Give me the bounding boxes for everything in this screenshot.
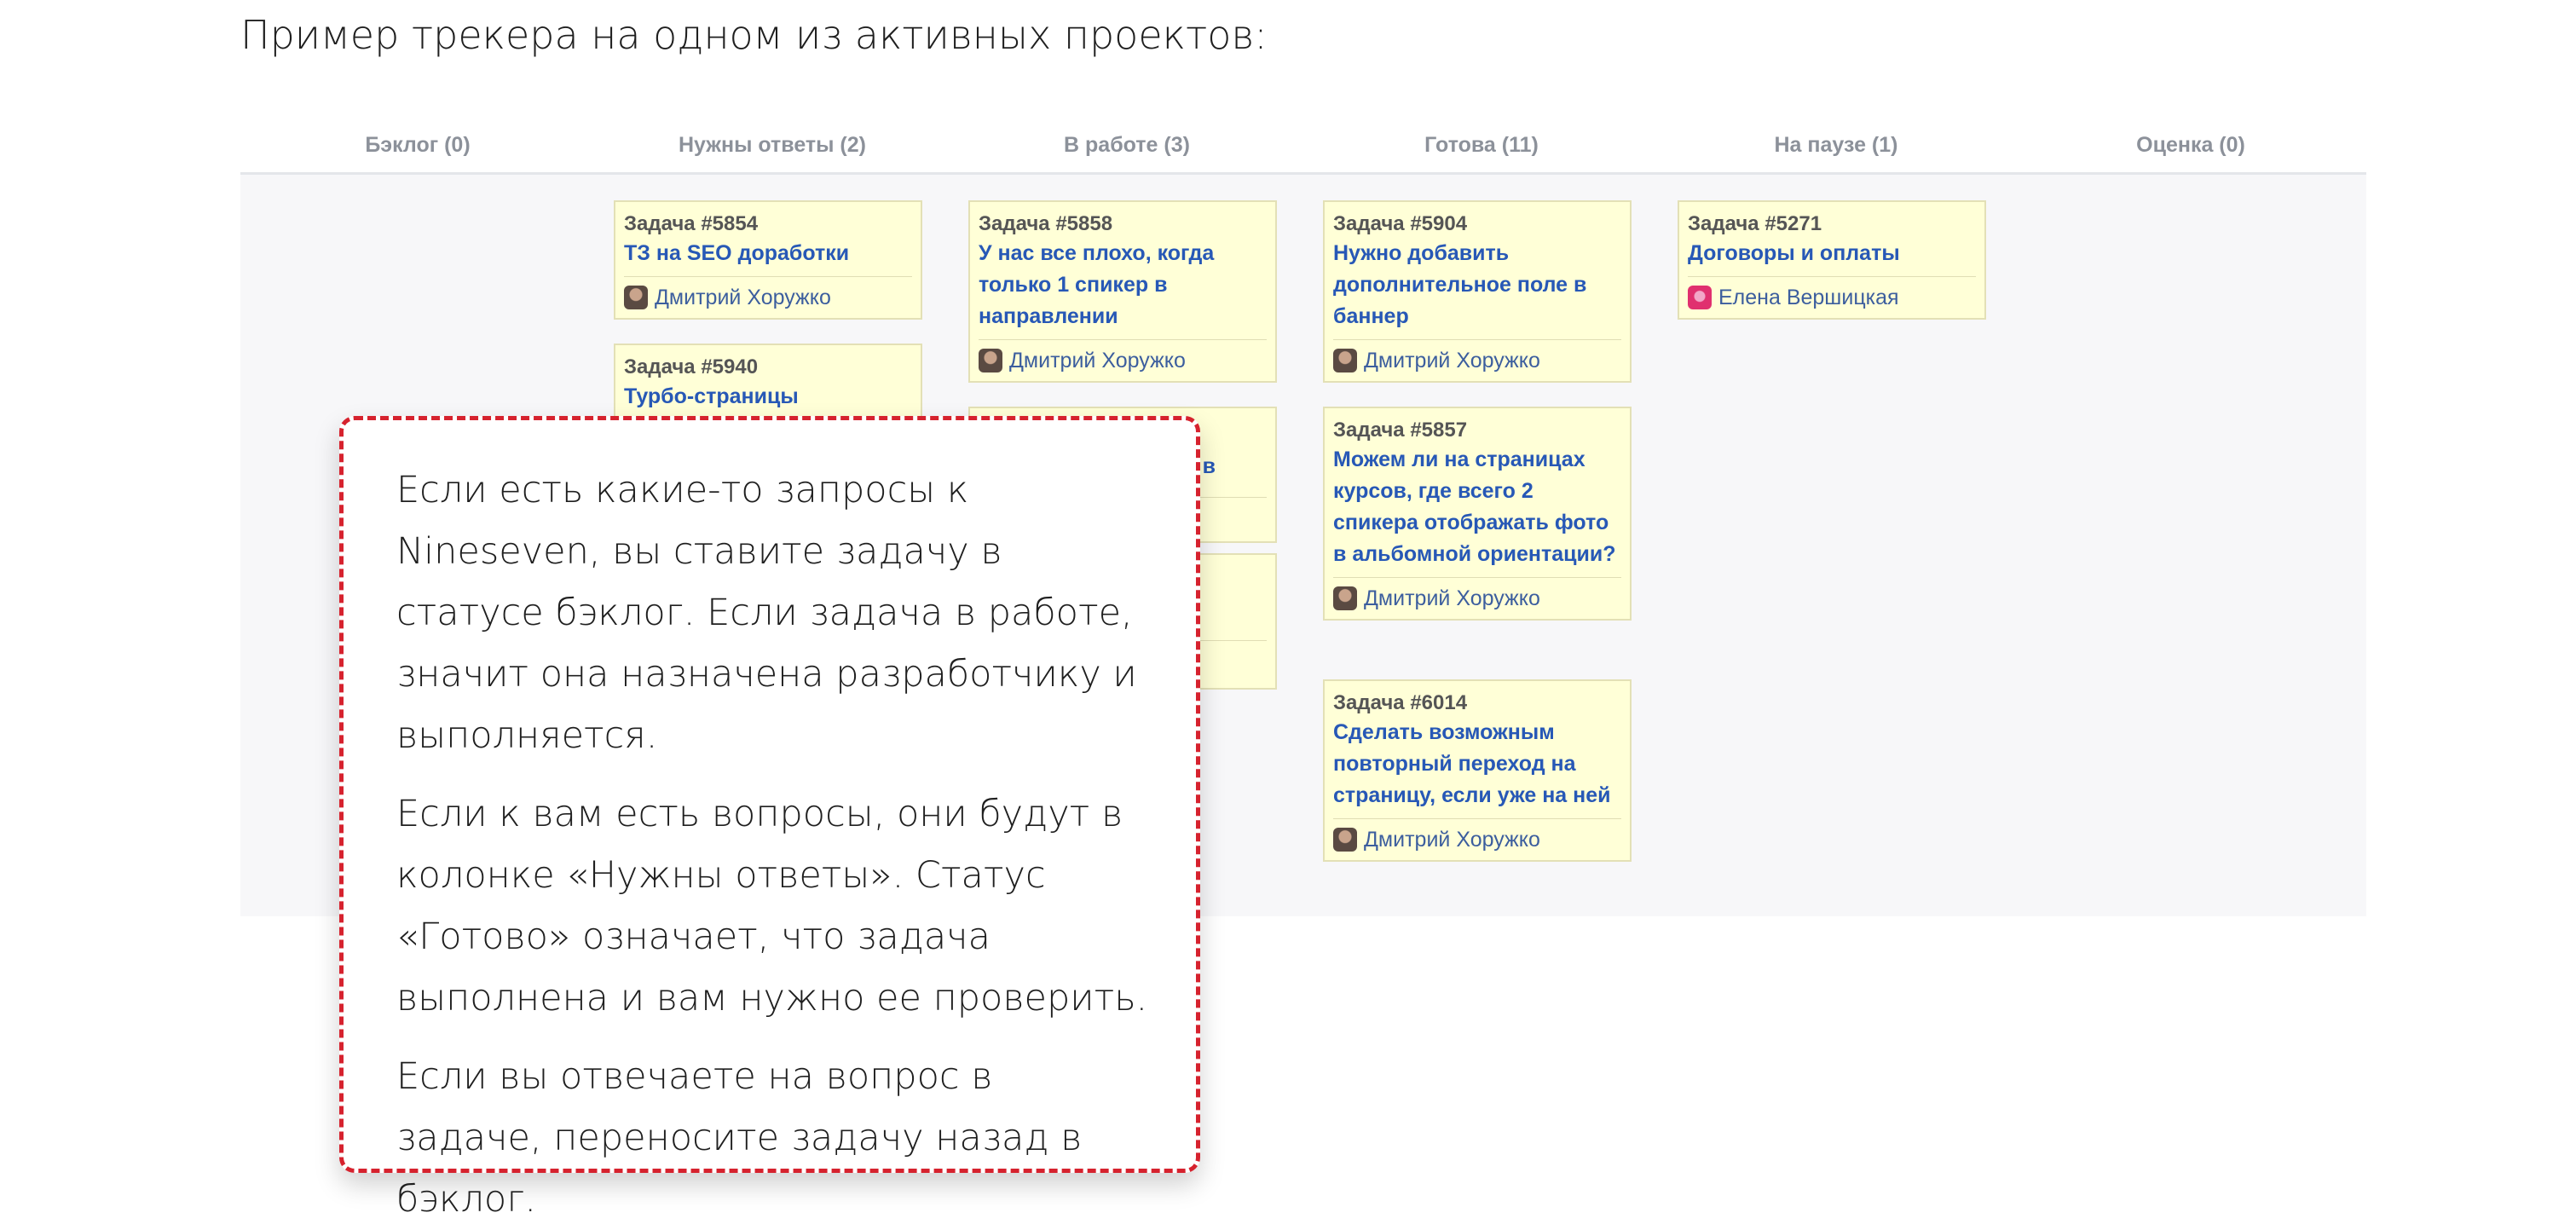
- card-divider: [624, 276, 912, 277]
- task-number: Задача #5271: [1688, 212, 1822, 235]
- avatar: [1333, 349, 1357, 372]
- column-needs-answers-header[interactable]: Нужны ответы (2): [595, 133, 950, 158]
- avatar: [1333, 828, 1357, 852]
- task-assignee[interactable]: Дмитрий Хоружко: [1333, 583, 1621, 614]
- task-title-link[interactable]: Можем ли на страницах курсов, где всего …: [1333, 444, 1621, 570]
- task-number: Задача #5904: [1333, 212, 1468, 235]
- task-title-link[interactable]: Турбо-страницы: [624, 381, 912, 413]
- task-assignee[interactable]: Дмитрий Хоружко: [1333, 824, 1621, 855]
- avatar: [624, 286, 648, 309]
- task-number: Задача #5858: [979, 212, 1113, 235]
- avatar: [1333, 586, 1357, 610]
- assignee-name: Дмитрий Хоружко: [1364, 828, 1540, 852]
- avatar: [1688, 286, 1712, 309]
- callout-paragraph: Если к вам есть вопросы, они будут в кол…: [396, 793, 1148, 1019]
- column-estimate-header[interactable]: Оценка (0): [2013, 133, 2368, 158]
- assignee-name: Дмитрий Хоружко: [1009, 349, 1186, 372]
- card-divider: [1333, 577, 1621, 578]
- info-callout: Если есть какие-то запросы к Nineseven, …: [339, 416, 1200, 1221]
- task-assignee[interactable]: Елена Вершицкая: [1688, 282, 1976, 313]
- task-assignee[interactable]: Дмитрий Хоружко: [624, 282, 912, 313]
- card-divider: [1333, 339, 1621, 340]
- task-card[interactable]: Задача #6014 Сделать возможным повторный…: [1323, 679, 1632, 862]
- task-number: Задача #6014: [1333, 691, 1468, 714]
- task-title-link[interactable]: Нужно добавить дополнительное поле в бан…: [1333, 238, 1621, 332]
- assignee-name: Дмитрий Хоружко: [1364, 586, 1540, 610]
- task-card[interactable]: Задача #5858 У нас все плохо, когда толь…: [968, 200, 1277, 383]
- task-title-link[interactable]: ТЗ на SEO доработки: [624, 238, 912, 269]
- assignee-name: Дмитрий Хоружко: [655, 286, 831, 309]
- task-card[interactable]: Задача #5857 Можем ли на страницах курсо…: [1323, 407, 1632, 621]
- assignee-name: Елена Вершицкая: [1718, 286, 1899, 309]
- board-header: Бэклог (0) Нужны ответы (2) В работе (3)…: [240, 121, 2366, 172]
- task-title-link[interactable]: в: [1203, 451, 1216, 482]
- task-card[interactable]: Задача #5854 ТЗ на SEO доработки Дмитрий…: [614, 200, 922, 320]
- callout-paragraph: Если есть какие-то запросы к Nineseven, …: [396, 469, 1137, 757]
- avatar: [979, 349, 1002, 372]
- card-divider: [1333, 818, 1621, 819]
- task-number: Задача #5857: [1333, 419, 1468, 442]
- task-number: Задача #5940: [624, 355, 759, 378]
- task-assignee[interactable]: Дмитрий Хоружко: [979, 345, 1267, 376]
- card-divider: [1688, 276, 1976, 277]
- intro-text: Пример трекера на одном из активных прое…: [240, 12, 1268, 58]
- column-backlog-header[interactable]: Бэклог (0): [240, 133, 595, 158]
- column-done-header[interactable]: Готова (11): [1304, 133, 1659, 158]
- assignee-name: Дмитрий Хоружко: [1364, 349, 1540, 372]
- column-in-progress-header[interactable]: В работе (3): [950, 133, 1304, 158]
- task-title-link[interactable]: Договоры и оплаты: [1688, 238, 1976, 269]
- card-divider: [979, 339, 1267, 340]
- callout-paragraph: Если вы отвечаете на вопрос в задаче, пе…: [396, 1055, 1083, 1221]
- task-title-link[interactable]: У нас все плохо, когда только 1 спикер в…: [979, 238, 1267, 332]
- task-card[interactable]: Задача #5904 Нужно добавить дополнительн…: [1323, 200, 1632, 383]
- task-card[interactable]: Задача #5271 Договоры и оплаты Елена Вер…: [1678, 200, 1986, 320]
- column-paused-header[interactable]: На паузе (1): [1659, 133, 2013, 158]
- task-title-link[interactable]: Сделать возможным повторный переход на с…: [1333, 717, 1621, 811]
- task-assignee[interactable]: Дмитрий Хоружко: [1333, 345, 1621, 376]
- task-number: Задача #5854: [624, 212, 759, 235]
